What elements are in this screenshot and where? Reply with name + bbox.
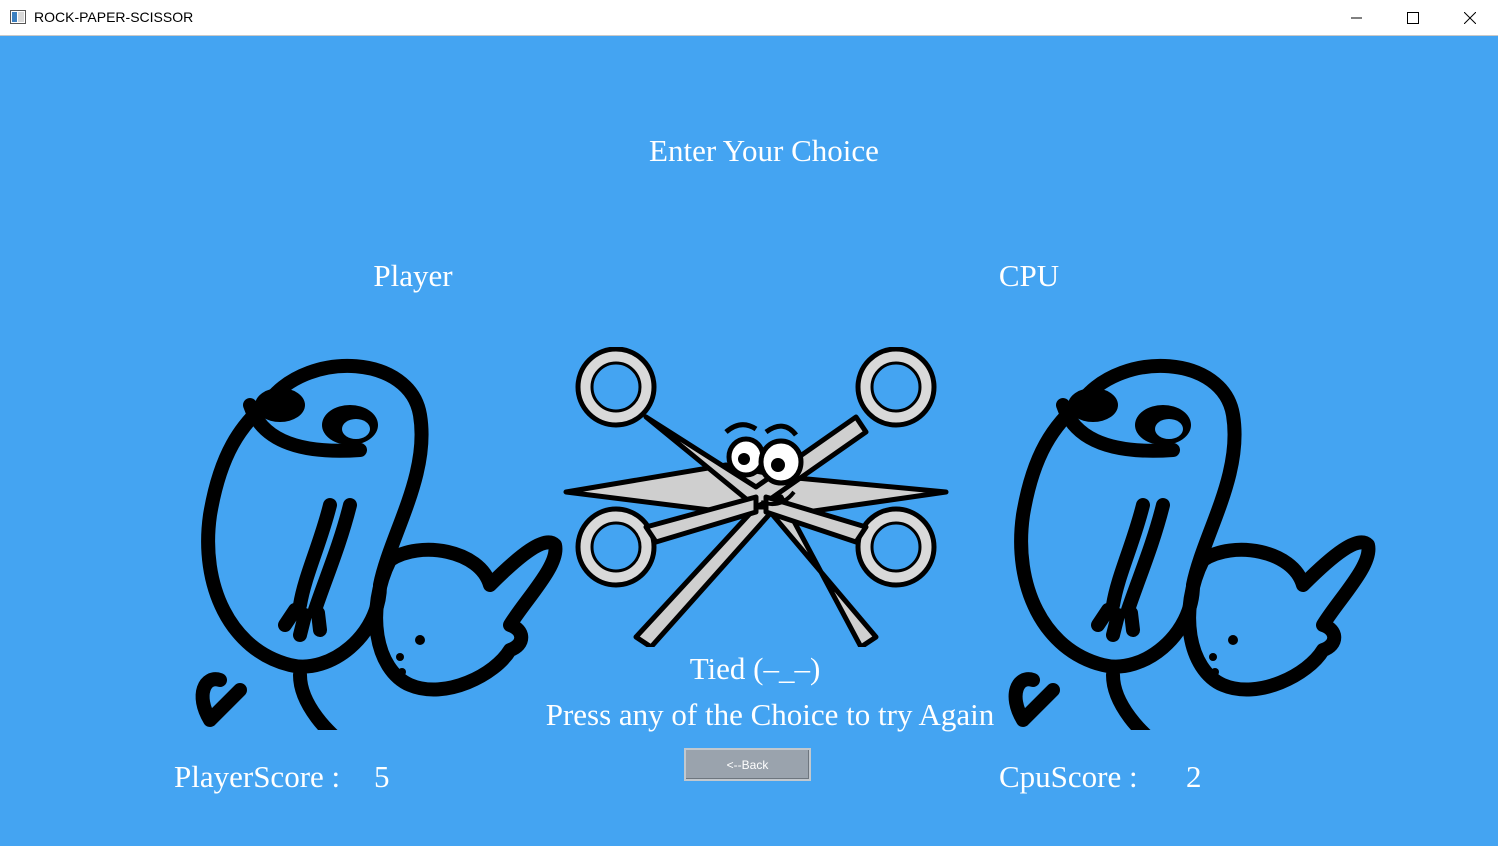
player-paper-hand-icon[interactable] [180,345,565,730]
window-title: ROCK-PAPER-SCISSOR [34,9,194,25]
cpu-score-label: CpuScore : [999,759,1138,794]
close-icon [1464,11,1476,24]
scissors-icon [563,347,949,647]
player-score-value: 5 [374,759,390,794]
minimize-icon [1351,17,1362,18]
cpu-label: CPU [998,258,1060,293]
maximize-button[interactable] [1385,0,1441,35]
choice-heading: Enter Your Choice [649,133,879,168]
maximize-icon [1407,11,1419,24]
minimize-button[interactable] [1329,0,1385,35]
close-button[interactable] [1442,0,1498,35]
result-text: Tied (–_–) [689,651,821,686]
game-panel: Enter Your Choice Player CPU Tied (–_–) … [0,37,1498,846]
back-button[interactable]: <--Back [684,748,811,781]
retry-prompt: Press any of the Choice to try Again [545,697,995,732]
window-title-bar: ROCK-PAPER-SCISSOR [0,0,1498,36]
app-window-icon [10,10,26,24]
cpu-paper-hand-icon [1008,358,1376,730]
cpu-score-value: 2 [1186,759,1202,794]
player-score-label: PlayerScore : [174,759,341,794]
player-label: Player [373,258,453,293]
